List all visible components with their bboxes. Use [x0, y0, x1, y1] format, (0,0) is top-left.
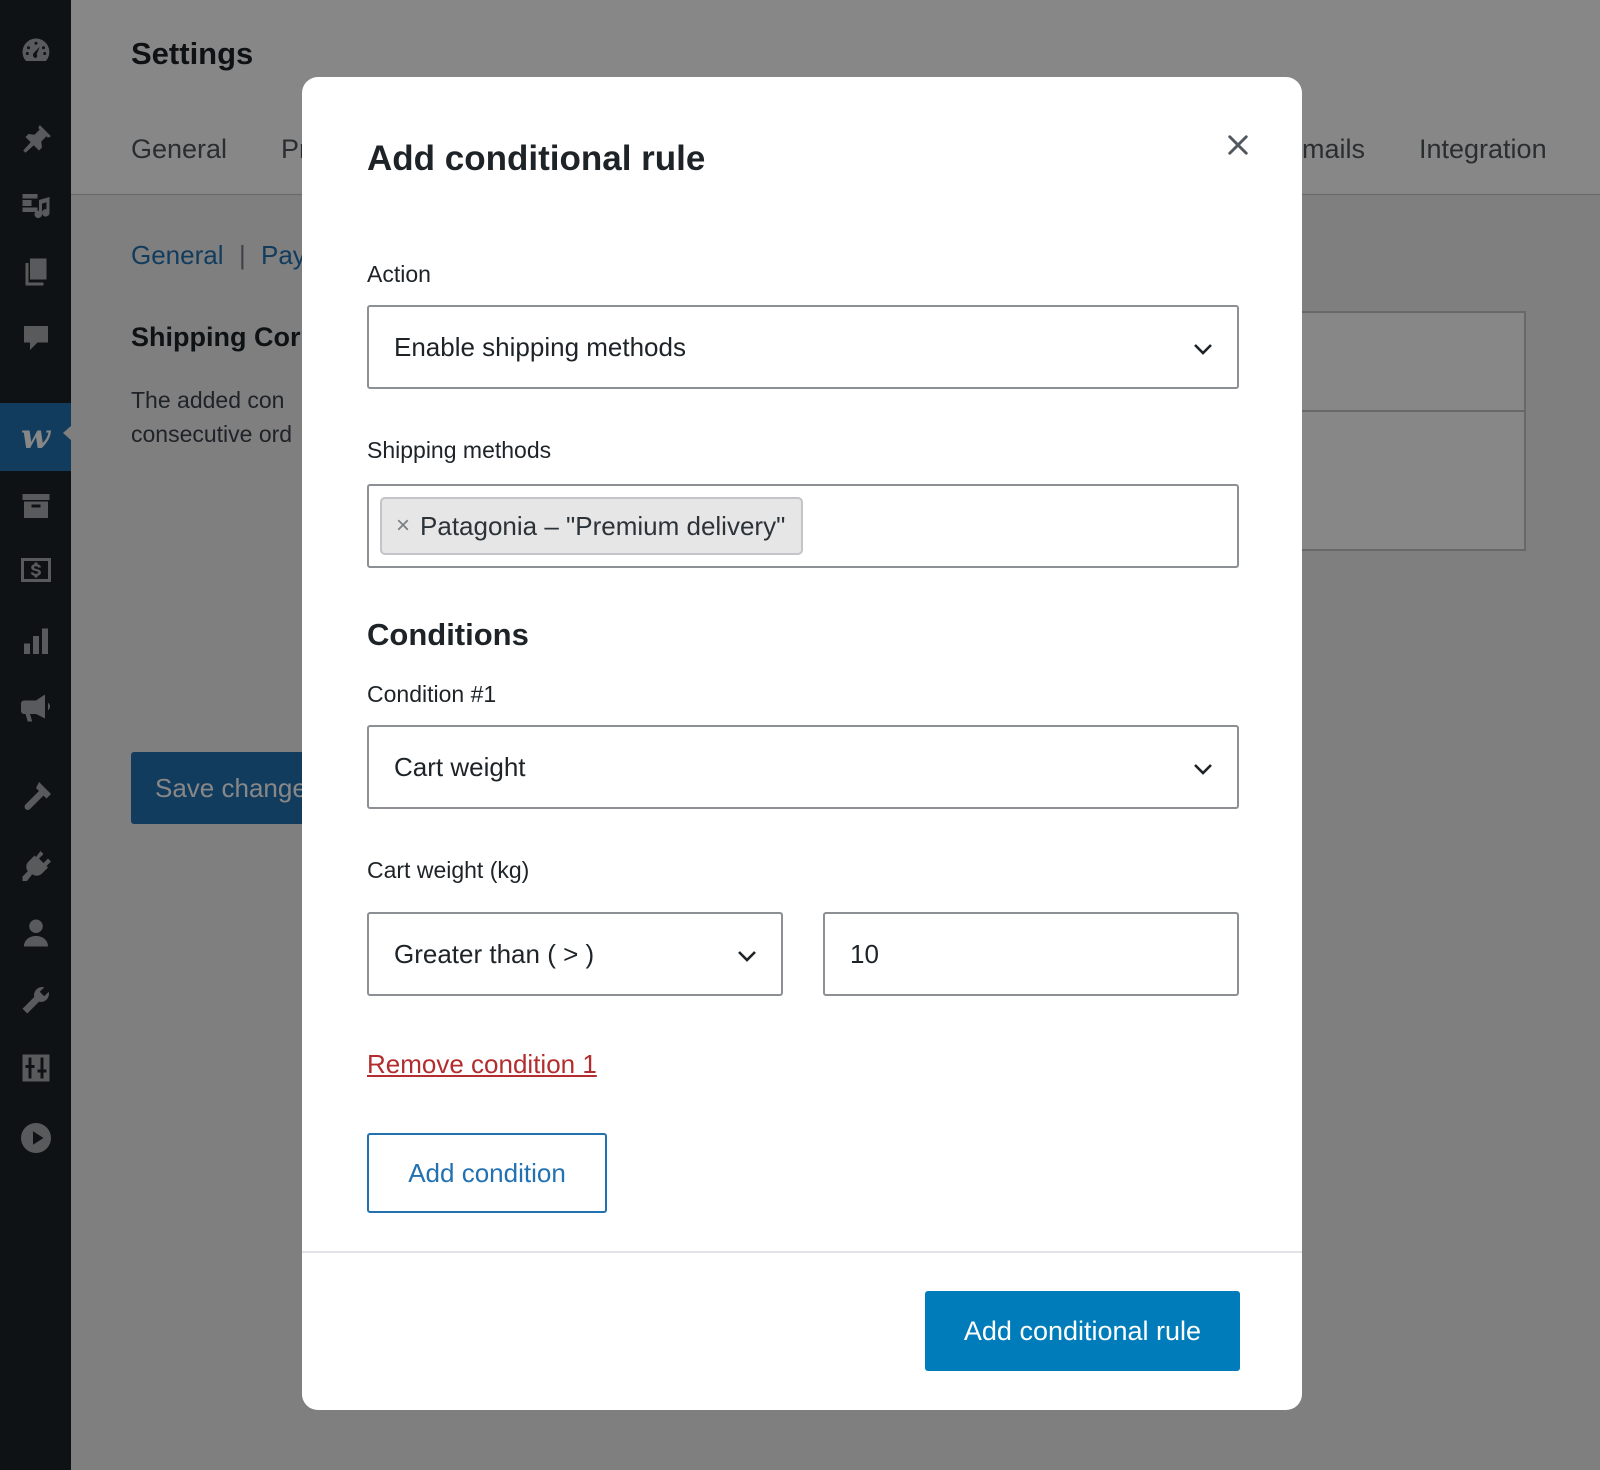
chip-label: Patagonia – "Premium delivery" — [420, 510, 786, 541]
condition-1-label: Condition #1 — [367, 681, 497, 707]
chevron-down-icon — [738, 951, 756, 962]
conditions-heading: Conditions — [367, 617, 529, 652]
action-select-value: Enable shipping methods — [394, 331, 686, 362]
cart-weight-operator-select[interactable]: Greater than ( > ) — [367, 912, 783, 996]
cart-weight-label: Cart weight (kg) — [367, 857, 530, 883]
shipping-methods-multiselect[interactable]: × Patagonia – "Premium delivery" — [367, 484, 1239, 568]
add-conditional-rule-button[interactable]: Add conditional rule — [925, 1291, 1240, 1371]
remove-condition-link[interactable]: Remove condition 1 — [367, 1049, 597, 1080]
modal-title: Add conditional rule — [367, 139, 706, 178]
chevron-down-icon — [1194, 764, 1212, 775]
modal-footer-divider — [302, 1251, 1302, 1253]
chevron-down-icon — [1194, 344, 1212, 355]
close-button[interactable] — [1220, 127, 1256, 163]
condition-1-select[interactable]: Cart weight — [367, 725, 1239, 809]
shipping-methods-label: Shipping methods — [367, 437, 552, 463]
condition-1-select-value: Cart weight — [394, 751, 526, 782]
action-label: Action — [367, 261, 431, 287]
add-conditional-rule-modal: Add conditional rule Action Enable shipp… — [302, 77, 1302, 1410]
cart-weight-value-input[interactable] — [823, 912, 1239, 996]
action-select[interactable]: Enable shipping methods — [367, 305, 1239, 389]
chip-remove-icon[interactable]: × — [396, 514, 410, 538]
add-condition-button[interactable]: Add condition — [367, 1133, 607, 1213]
operator-select-value: Greater than ( > ) — [394, 938, 595, 969]
shipping-method-chip: × Patagonia – "Premium delivery" — [380, 497, 804, 555]
close-icon — [1228, 135, 1248, 155]
